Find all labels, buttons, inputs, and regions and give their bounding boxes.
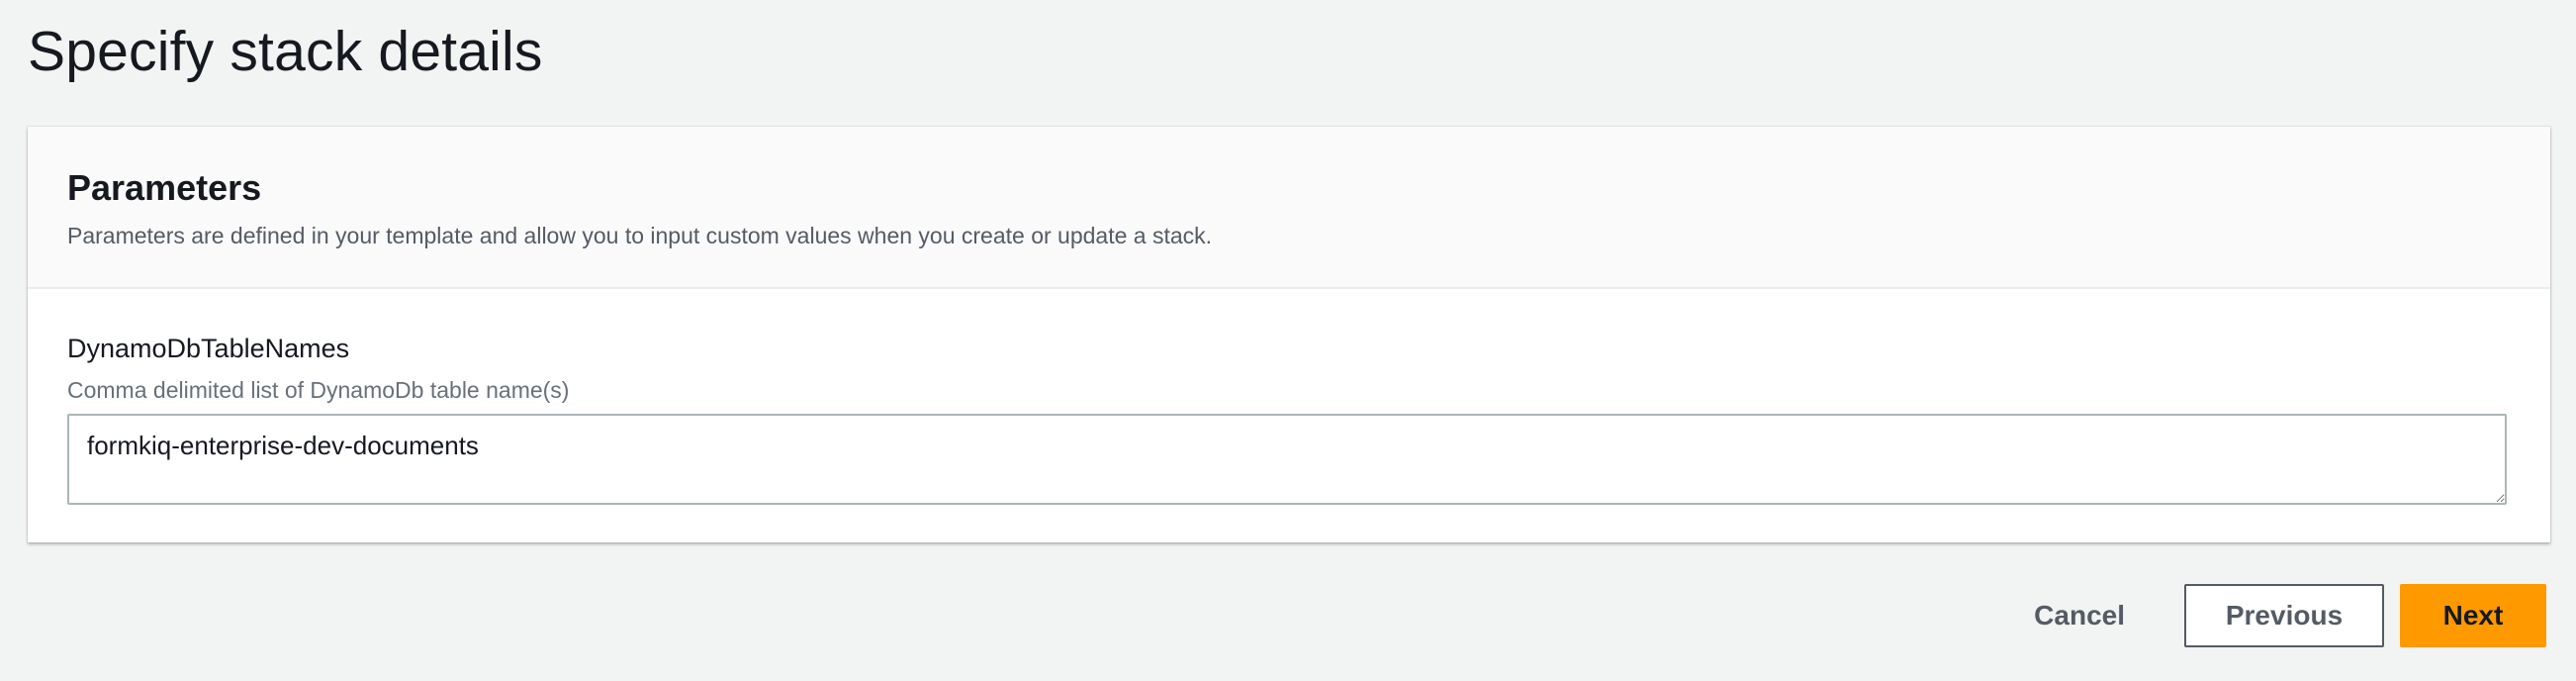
parameters-panel: Parameters Parameters are defined in you… [28, 127, 2550, 542]
parameters-title: Parameters [67, 167, 262, 208]
next-button[interactable]: Next [2400, 584, 2546, 647]
cancel-button[interactable]: Cancel [2014, 584, 2184, 647]
parameters-panel-header: Parameters Parameters are defined in you… [28, 127, 2550, 289]
wizard-actions: Cancel Previous Next [2014, 584, 2546, 647]
dynamodb-table-names-input[interactable]: formkiq-enterprise-dev-documents [67, 414, 2507, 505]
parameter-description: Comma delimited list of DynamoDb table n… [67, 377, 570, 403]
parameter-label: DynamoDbTableNames [67, 334, 350, 363]
previous-button[interactable]: Previous [2184, 584, 2384, 647]
parameters-description: Parameters are defined in your template … [67, 223, 1213, 248]
page-title: Specify stack details [28, 20, 543, 83]
